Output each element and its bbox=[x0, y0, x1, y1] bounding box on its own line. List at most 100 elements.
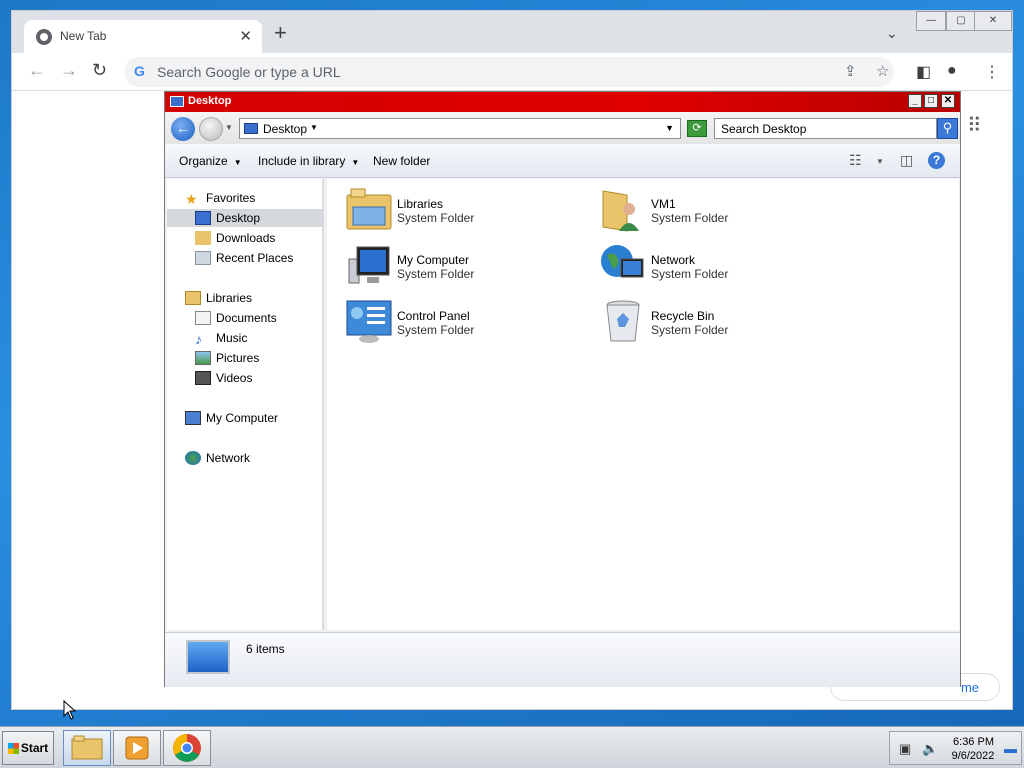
view-dropdown-icon[interactable]: ▼ bbox=[876, 157, 884, 166]
nav-videos[interactable]: Videos bbox=[195, 369, 252, 387]
file-item-name: Libraries bbox=[397, 197, 444, 211]
nav-network-label: Network bbox=[206, 451, 251, 465]
back-arrow-icon[interactable]: ← bbox=[28, 60, 46, 81]
search-icon[interactable]: ⚲ bbox=[937, 118, 958, 139]
details-pane: 6 items bbox=[165, 632, 960, 687]
breadcrumb-chevron-icon[interactable]: ▼ bbox=[310, 123, 318, 132]
downloads-folder-icon bbox=[195, 231, 211, 245]
libraries-icon bbox=[185, 291, 201, 305]
chrome-favicon-icon bbox=[36, 29, 52, 45]
clock-time[interactable]: 6:36 PM bbox=[951, 736, 996, 748]
nav-pictures-label: Pictures bbox=[216, 351, 260, 365]
explorer-maximize-button[interactable]: □ bbox=[924, 94, 938, 108]
nav-desktop[interactable]: Desktop bbox=[167, 209, 324, 227]
organize-label: Organize bbox=[179, 154, 228, 168]
file-item-type: System Folder bbox=[651, 211, 729, 225]
new-folder-button[interactable]: New folder bbox=[373, 154, 430, 168]
search-input[interactable]: Search Desktop bbox=[714, 118, 937, 139]
file-item-recycle-bin[interactable]: Recycle Bin System Folder bbox=[599, 299, 839, 349]
user-folder-icon bbox=[599, 187, 647, 233]
chrome-menu-icon[interactable]: ⋮ bbox=[984, 62, 1000, 82]
file-item-network[interactable]: Network System Folder bbox=[599, 243, 839, 293]
desktop-icon bbox=[170, 96, 184, 107]
recent-places-icon bbox=[195, 251, 211, 265]
omnibox[interactable]: G Search Google or type a URL ⇪ ☆ bbox=[124, 57, 894, 87]
address-dropdown-icon[interactable]: ▼ bbox=[665, 123, 674, 133]
tab-new-tab[interactable]: New Tab ✕ bbox=[24, 20, 262, 53]
nav-music[interactable]: ♪ Music bbox=[195, 329, 247, 347]
start-label: Start bbox=[20, 741, 49, 755]
chrome-close-button[interactable]: ✕ bbox=[974, 11, 1012, 31]
address-text[interactable]: Desktop bbox=[263, 122, 307, 136]
taskbar-explorer-button[interactable] bbox=[63, 730, 111, 766]
nav-my-computer-label: My Computer bbox=[206, 411, 279, 425]
show-desktop-icon[interactable]: ▬ bbox=[1004, 741, 1017, 756]
forward-arrow-icon[interactable] bbox=[199, 117, 223, 141]
taskbar: Start ▣ 🔈 6:36 PM 9/6/2022 ▬ bbox=[0, 726, 1024, 768]
back-arrow-icon[interactable]: ← bbox=[171, 117, 195, 141]
file-item-control-panel[interactable]: Control Panel System Folder bbox=[345, 299, 585, 349]
share-icon[interactable]: ⇪ bbox=[844, 62, 857, 80]
nav-videos-label: Videos bbox=[216, 371, 253, 385]
nav-favorites-label: Favorites bbox=[206, 191, 256, 205]
file-item-libraries[interactable]: Libraries System Folder bbox=[345, 187, 585, 237]
file-item-my-computer[interactable]: My Computer System Folder bbox=[345, 243, 585, 293]
explorer-minimize-button[interactable]: _ bbox=[908, 94, 922, 108]
search-placeholder[interactable]: Search Desktop bbox=[721, 122, 806, 136]
nav-my-computer[interactable]: My Computer bbox=[185, 409, 278, 427]
computer-icon bbox=[185, 411, 201, 425]
mouse-cursor-icon bbox=[63, 700, 77, 720]
customize-chrome-label-fragment: me bbox=[960, 680, 979, 695]
volume-icon[interactable]: 🔈 bbox=[922, 741, 938, 757]
start-button[interactable]: Start bbox=[2, 731, 54, 765]
nav-favorites[interactable]: ★ Favorites bbox=[185, 189, 255, 207]
address-field[interactable]: Desktop ▼ ▼ bbox=[239, 118, 681, 139]
include-in-library-label: Include in library bbox=[258, 154, 346, 168]
network-tray-icon[interactable]: ▣ bbox=[899, 741, 911, 757]
organize-menu[interactable]: Organize ▼ bbox=[179, 154, 242, 168]
change-view-icon[interactable]: ☷ bbox=[849, 152, 862, 169]
explorer-close-button[interactable]: ✕ bbox=[941, 94, 955, 108]
videos-icon bbox=[195, 371, 211, 385]
libraries-icon bbox=[345, 187, 393, 233]
refresh-icon[interactable]: ⟳ bbox=[687, 120, 707, 137]
windows-logo-icon bbox=[7, 742, 19, 754]
reload-icon[interactable]: ↻ bbox=[92, 60, 107, 81]
profile-avatar-icon[interactable]: ● bbox=[947, 62, 957, 80]
bookmark-star-icon[interactable]: ☆ bbox=[876, 62, 889, 80]
help-icon[interactable]: ? bbox=[928, 152, 945, 169]
forward-arrow-icon[interactable]: → bbox=[60, 60, 78, 81]
chrome-restore-button[interactable]: ▢ bbox=[946, 11, 976, 31]
nav-libraries-label: Libraries bbox=[206, 291, 253, 305]
taskbar-media-player-button[interactable] bbox=[113, 730, 161, 766]
file-item-type: System Folder bbox=[651, 267, 729, 281]
history-dropdown-icon[interactable]: ▼ bbox=[225, 123, 233, 132]
omnibox-placeholder[interactable]: Search Google or type a URL bbox=[157, 64, 341, 80]
nav-libraries[interactable]: Libraries bbox=[185, 289, 252, 307]
tab-close-icon[interactable]: ✕ bbox=[239, 27, 252, 45]
side-panel-icon[interactable]: ◧ bbox=[916, 62, 931, 82]
tab-search-chevron-icon[interactable]: ⌄ bbox=[886, 25, 898, 42]
clock-date[interactable]: 9/6/2022 bbox=[948, 750, 998, 762]
nav-desktop-label: Desktop bbox=[216, 211, 261, 225]
nav-recent-places[interactable]: Recent Places bbox=[195, 249, 293, 267]
nav-documents[interactable]: Documents bbox=[195, 309, 277, 327]
file-item-type: System Folder bbox=[651, 323, 729, 337]
nav-network[interactable]: Network bbox=[185, 449, 250, 467]
taskbar-chrome-button[interactable] bbox=[163, 730, 211, 766]
desktop-icon bbox=[244, 123, 258, 134]
file-item-name: My Computer bbox=[397, 253, 470, 267]
chrome-minimize-button[interactable]: — bbox=[916, 11, 946, 31]
system-tray: ▣ 🔈 6:36 PM 9/6/2022 ▬ bbox=[889, 731, 1022, 765]
google-apps-grid-icon[interactable]: ⠿ bbox=[967, 113, 982, 138]
file-item-vm1[interactable]: VM1 System Folder bbox=[599, 187, 839, 237]
nav-music-label: Music bbox=[216, 331, 248, 345]
nav-downloads[interactable]: Downloads bbox=[195, 229, 275, 247]
preview-pane-icon[interactable]: ◫ bbox=[900, 152, 913, 169]
include-in-library-menu[interactable]: Include in library ▼ bbox=[258, 154, 359, 168]
nav-pictures[interactable]: Pictures bbox=[195, 349, 259, 367]
nav-recent-places-label: Recent Places bbox=[216, 251, 294, 265]
explorer-titlebar[interactable]: Desktop _ □ ✕ bbox=[165, 92, 960, 112]
new-tab-button[interactable]: + bbox=[274, 22, 287, 44]
chrome-logo-icon bbox=[173, 734, 201, 762]
